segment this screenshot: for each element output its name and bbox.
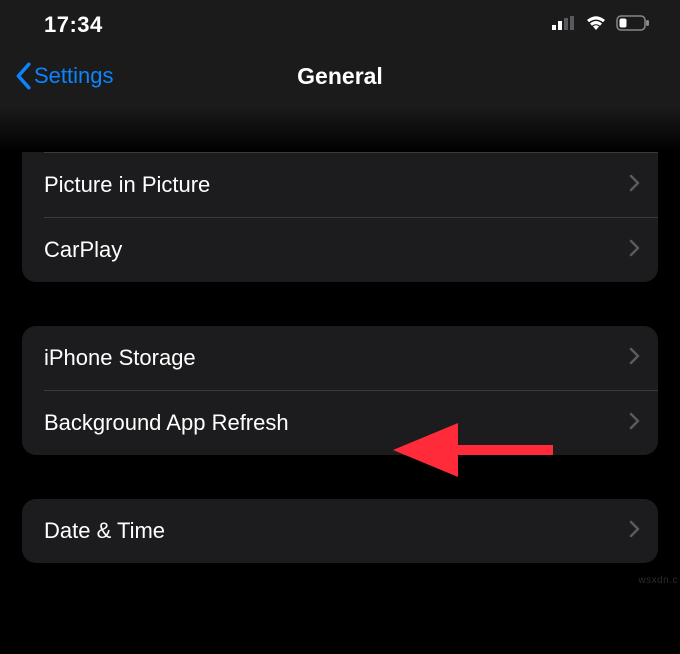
row-background-app-refresh[interactable]: Background App Refresh <box>22 391 658 455</box>
row-label: CarPlay <box>44 237 122 263</box>
row-iphone-storage[interactable]: iPhone Storage <box>22 326 658 390</box>
battery-icon <box>616 15 650 36</box>
back-button[interactable]: Settings <box>14 62 114 90</box>
content: Picture in Picture CarPlay iPhone Storag… <box>0 152 680 563</box>
settings-group-3: Date & Time <box>22 499 658 563</box>
nav-shadow <box>0 106 680 152</box>
row-label: iPhone Storage <box>44 345 196 371</box>
row-label: Background App Refresh <box>44 410 289 436</box>
status-bar: 17:34 <box>0 0 680 50</box>
status-time: 17:34 <box>44 12 103 38</box>
status-icons <box>552 14 650 37</box>
settings-group-1: Picture in Picture CarPlay <box>22 152 658 282</box>
nav-bar: Settings General <box>0 50 680 106</box>
chevron-right-icon <box>629 174 640 197</box>
back-label: Settings <box>34 63 114 89</box>
chevron-right-icon <box>629 412 640 435</box>
cellular-icon <box>552 16 576 35</box>
page-title: General <box>297 63 383 90</box>
chevron-right-icon <box>629 520 640 543</box>
chevron-right-icon <box>629 239 640 262</box>
row-label: Picture in Picture <box>44 172 210 198</box>
row-label: Date & Time <box>44 518 165 544</box>
watermark: wsxdn.c <box>638 575 678 586</box>
row-date-time[interactable]: Date & Time <box>22 499 658 563</box>
chevron-left-icon <box>14 62 32 90</box>
row-picture-in-picture[interactable]: Picture in Picture <box>22 153 658 217</box>
settings-group-2: iPhone Storage Background App Refresh <box>22 326 658 455</box>
wifi-icon <box>584 14 608 37</box>
row-carplay[interactable]: CarPlay <box>22 218 658 282</box>
chevron-right-icon <box>629 347 640 370</box>
